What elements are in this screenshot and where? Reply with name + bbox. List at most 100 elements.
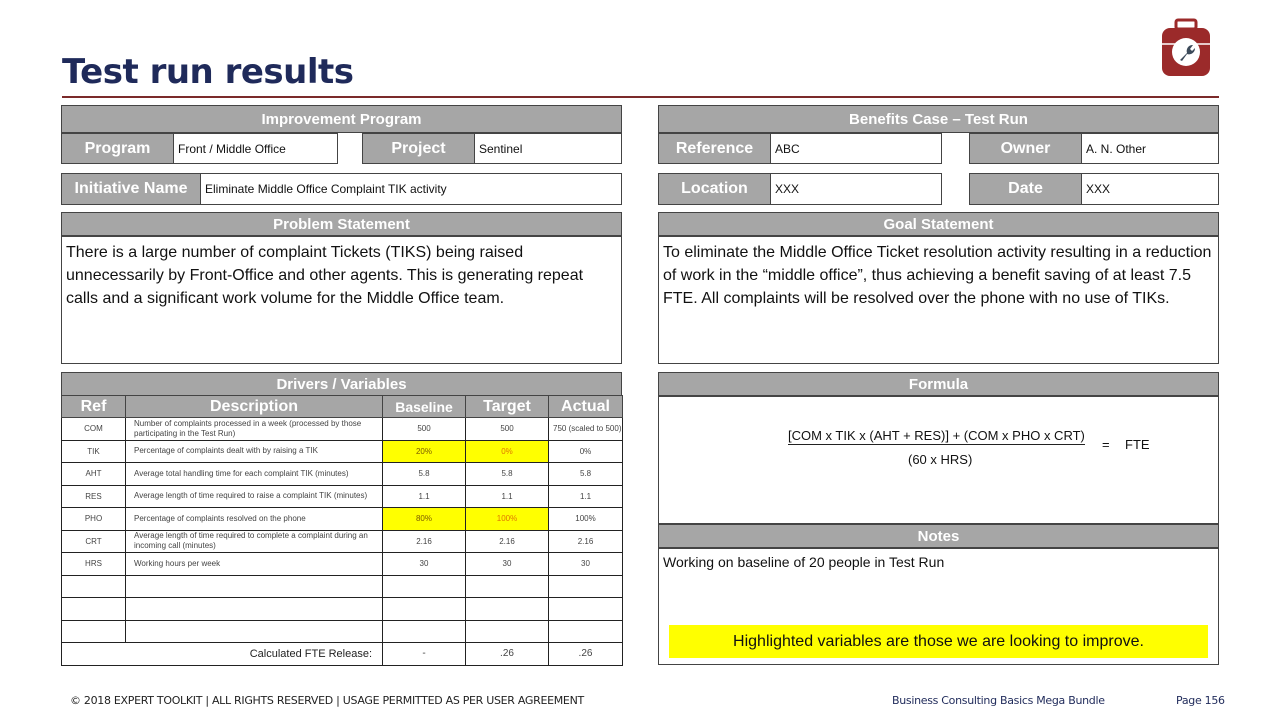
empty-cell[interactable]: [125, 597, 383, 621]
formula-numerator: [COM x TIK x (AHT + RES)] + (COM x PHO x…: [788, 428, 1085, 445]
formula-result: FTE: [1125, 437, 1150, 452]
calc-baseline-cell: -: [382, 642, 466, 666]
table-row: AHT Average total handling time for each…: [61, 462, 623, 486]
goal-statement-header: Goal Statement: [658, 212, 1219, 236]
baseline-cell[interactable]: 5.8: [382, 462, 466, 486]
table-row: TIK Percentage of complaints dealt with …: [61, 439, 623, 463]
target-cell[interactable]: 30: [465, 552, 549, 576]
target-cell-highlighted[interactable]: 0%: [465, 439, 549, 463]
target-cell[interactable]: 2.16: [465, 529, 549, 553]
empty-cell[interactable]: [125, 574, 383, 598]
empty-row: [61, 574, 623, 598]
notes-header: Notes: [658, 524, 1219, 548]
calc-target-cell: .26: [465, 642, 549, 666]
date-label: Date: [969, 173, 1082, 205]
toolkit-logo-icon: [1162, 18, 1210, 76]
empty-cell[interactable]: [61, 597, 126, 621]
calculated-fte-row: Calculated FTE Release: - .26 .26: [61, 642, 623, 666]
project-label: Project: [362, 133, 475, 164]
empty-row: [61, 619, 623, 643]
goal-statement-text[interactable]: To eliminate the Middle Office Ticket re…: [658, 236, 1219, 364]
empty-cell[interactable]: [548, 597, 623, 621]
actual-cell[interactable]: 750 (scaled to 500): [548, 417, 623, 441]
date-field[interactable]: XXX: [1081, 173, 1219, 205]
target-cell[interactable]: 5.8: [465, 462, 549, 486]
baseline-cell[interactable]: 1.1: [382, 484, 466, 508]
calc-actual-cell: .26: [548, 642, 623, 666]
empty-cell[interactable]: [61, 619, 126, 643]
baseline-cell[interactable]: 2.16: [382, 529, 466, 553]
reference-label: Reference: [658, 133, 771, 164]
ref-cell: PHO: [61, 507, 126, 531]
actual-cell[interactable]: 2.16: [548, 529, 623, 553]
program-label: Program: [61, 133, 174, 164]
baseline-cell[interactable]: 30: [382, 552, 466, 576]
table-row: RES Average length of time required to r…: [61, 484, 623, 508]
ref-cell: TIK: [61, 439, 126, 463]
initiative-name-label: Initiative Name: [61, 173, 201, 205]
actual-cell[interactable]: 0%: [548, 439, 623, 463]
footer-bundle-name: Business Consulting Basics Mega Bundle: [892, 694, 1105, 707]
title-divider: [62, 96, 1219, 98]
footer-copyright: © 2018 EXPERT TOOLKIT | ALL RIGHTS RESER…: [70, 694, 584, 707]
empty-cell[interactable]: [548, 574, 623, 598]
owner-label: Owner: [969, 133, 1082, 164]
actual-cell[interactable]: 5.8: [548, 462, 623, 486]
actual-cell[interactable]: 1.1: [548, 484, 623, 508]
improvement-program-header: Improvement Program: [61, 105, 622, 133]
formula-header: Formula: [658, 372, 1219, 396]
col-target: Target: [465, 395, 549, 418]
location-label: Location: [658, 173, 771, 205]
col-baseline: Baseline: [382, 395, 466, 418]
description-cell: Average total handling time for each com…: [125, 462, 383, 486]
table-row: PHO Percentage of complaints resolved on…: [61, 507, 623, 531]
empty-cell[interactable]: [382, 574, 466, 598]
empty-cell[interactable]: [465, 597, 549, 621]
description-cell: Percentage of complaints resolved on the…: [125, 507, 383, 531]
fte-formula: [COM x TIK x (AHT + RES)] + (COM x PHO x…: [788, 428, 1150, 467]
drivers-table: Ref Description Baseline Target Actual C…: [61, 395, 623, 666]
empty-cell[interactable]: [382, 597, 466, 621]
target-cell[interactable]: 500: [465, 417, 549, 441]
drivers-variables-header: Drivers / Variables: [61, 372, 622, 396]
baseline-cell[interactable]: 500: [382, 417, 466, 441]
col-actual: Actual: [548, 395, 623, 418]
target-cell-highlighted[interactable]: 100%: [465, 507, 549, 531]
col-ref: Ref: [61, 395, 126, 418]
empty-cell[interactable]: [465, 619, 549, 643]
empty-cell[interactable]: [61, 574, 126, 598]
table-row: CRT Average length of time required to c…: [61, 529, 623, 553]
baseline-cell-highlighted[interactable]: 80%: [382, 507, 466, 531]
actual-cell[interactable]: 30: [548, 552, 623, 576]
target-cell[interactable]: 1.1: [465, 484, 549, 508]
initiative-name-field[interactable]: Eliminate Middle Office Complaint TIK ac…: [200, 173, 622, 205]
description-cell: Percentage of complaints dealt with by r…: [125, 439, 383, 463]
ref-cell: AHT: [61, 462, 126, 486]
reference-field[interactable]: ABC: [770, 133, 942, 164]
ref-cell: RES: [61, 484, 126, 508]
problem-statement-text[interactable]: There is a large number of complaint Tic…: [61, 236, 622, 364]
empty-row: [61, 597, 623, 621]
actual-cell[interactable]: 100%: [548, 507, 623, 531]
page-title: Test run results: [62, 52, 354, 92]
ref-cell: COM: [61, 417, 126, 441]
description-cell: Average length of time required to raise…: [125, 484, 383, 508]
empty-cell[interactable]: [465, 574, 549, 598]
ref-cell: CRT: [61, 529, 126, 553]
empty-cell[interactable]: [125, 619, 383, 643]
drivers-header-row: Ref Description Baseline Target Actual: [61, 395, 623, 418]
empty-cell[interactable]: [548, 619, 623, 643]
table-row: HRS Working hours per week 30 30 30: [61, 552, 623, 576]
owner-field[interactable]: A. N. Other: [1081, 133, 1219, 164]
benefits-case-header: Benefits Case – Test Run: [658, 105, 1219, 133]
page-number: Page 156: [1176, 694, 1225, 707]
program-field[interactable]: Front / Middle Office: [173, 133, 338, 164]
location-field[interactable]: XXX: [770, 173, 942, 205]
calculated-fte-label: Calculated FTE Release:: [61, 642, 383, 666]
project-field[interactable]: Sentinel: [474, 133, 622, 164]
empty-cell[interactable]: [382, 619, 466, 643]
highlight-legend-note: Highlighted variables are those we are l…: [669, 625, 1208, 658]
col-description: Description: [125, 395, 383, 418]
baseline-cell-highlighted[interactable]: 20%: [382, 439, 466, 463]
description-cell: Working hours per week: [125, 552, 383, 576]
